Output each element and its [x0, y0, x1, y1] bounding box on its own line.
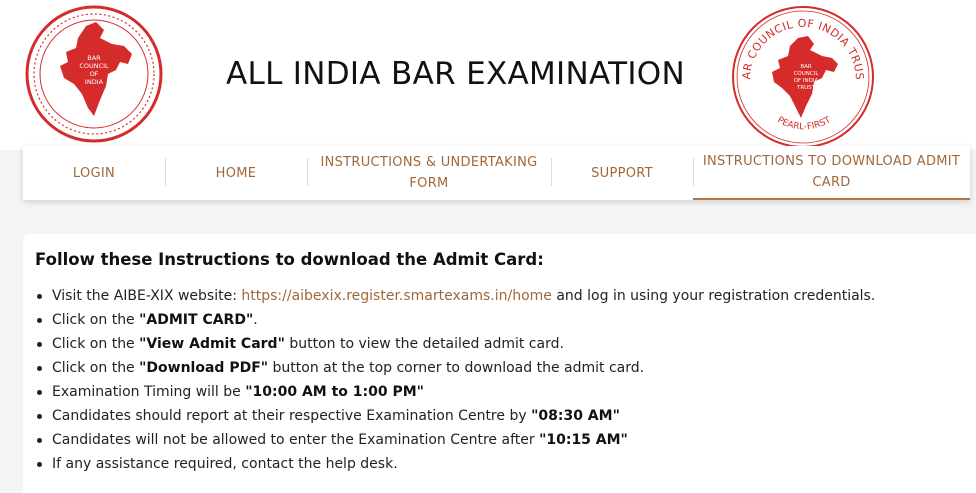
- instruction-item: Click on the "View Admit Card" button to…: [35, 332, 875, 356]
- instructions-list: Visit the AIBE-XIX website: https://aibe…: [35, 284, 875, 476]
- bar-council-of-india-trust-logo: BAR COUNCIL OF INDIA TRUST PEARL-FIRST B…: [728, 2, 874, 148]
- nav-instructions-undertaking-form-label: INSTRUCTIONS & UNDERTAKING FORM: [320, 155, 538, 191]
- nav-instructions-undertaking-form[interactable]: INSTRUCTIONS & UNDERTAKING FORM: [307, 146, 551, 200]
- nav-login-label: LOGIN: [72, 165, 116, 181]
- instruction-item: Candidates will not be allowed to enter …: [35, 428, 875, 452]
- bar-council-of-india-logo: BAR COUNCIL OF INDIA: [25, 5, 163, 143]
- nav-instructions-download-admit-card-label: INSTRUCTIONS TO DOWNLOAD ADMIT CARD: [702, 154, 961, 190]
- logo-right-line4: TRUST: [796, 85, 816, 91]
- site-header: BAR COUNCIL OF INDIA ALL INDIA BAR EXAMI…: [0, 0, 976, 150]
- instruction-item: If any assistance required, contact the …: [35, 452, 875, 476]
- logo-right-line2: COUNCIL: [794, 71, 820, 77]
- main-nav: LOGIN HOME INSTRUCTIONS & UNDERTAKING FOR…: [23, 146, 970, 200]
- nav-home-label: HOME: [215, 165, 257, 181]
- instruction-item: Examination Timing will be "10:00 AM to …: [35, 380, 875, 404]
- logo-right-line1: BAR: [800, 64, 812, 70]
- instruction-item: Visit the AIBE-XIX website: https://aibe…: [35, 284, 875, 308]
- logo-right-line3: OF INDIA: [794, 78, 819, 84]
- nav-login[interactable]: LOGIN: [23, 146, 165, 200]
- instruction-item: Click on the "ADMIT CARD".: [35, 308, 875, 332]
- instruction-item: Candidates should report at their respec…: [35, 404, 875, 428]
- instructions-heading: Follow these Instructions to download th…: [35, 250, 544, 269]
- instructions-card: Follow these Instructions to download th…: [23, 234, 976, 493]
- aibe-website-link[interactable]: https://aibexix.register.smartexams.in/h…: [241, 288, 552, 304]
- nav-support[interactable]: SUPPORT: [551, 146, 693, 200]
- page-title: ALL INDIA BAR EXAMINATION: [226, 56, 685, 92]
- logo-left-line1: BAR: [87, 54, 101, 62]
- logo-left-line3: OF: [90, 70, 99, 78]
- nav-instructions-download-admit-card[interactable]: INSTRUCTIONS TO DOWNLOAD ADMIT CARD: [693, 146, 970, 200]
- instruction-item: Click on the "Download PDF" button at th…: [35, 356, 875, 380]
- logo-left-line2: COUNCIL: [79, 62, 109, 70]
- nav-support-label: SUPPORT: [591, 165, 653, 181]
- nav-home[interactable]: HOME: [165, 146, 307, 200]
- logo-left-line4: INDIA: [85, 78, 104, 86]
